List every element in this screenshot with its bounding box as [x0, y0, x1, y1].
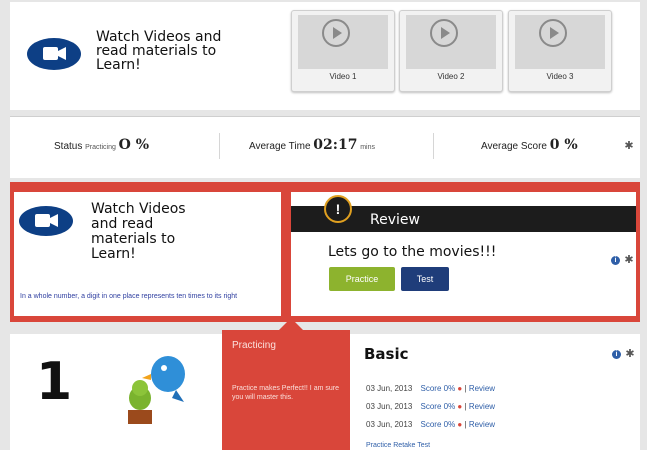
stats-bar: Status Practicing O % Average Time 02:17…	[10, 116, 640, 178]
lesson-description: In a whole number, a digit in one place …	[20, 293, 238, 300]
status-card-title: Practicing	[232, 340, 276, 351]
attempt-row: 03 Jun, 2013 Score 0% ● | Review	[366, 402, 495, 411]
level-actions: Practice Retake Test	[366, 442, 430, 449]
attempt-score: Score 0%	[420, 384, 456, 393]
retake-link[interactable]: Retake	[393, 442, 415, 449]
review-link[interactable]: Review	[469, 402, 495, 411]
status-stat: Status Practicing O %	[54, 137, 149, 153]
score-icon: ●	[457, 384, 463, 393]
stats-divider	[433, 133, 434, 159]
video-cloud-icon	[19, 206, 73, 236]
level-title: Basic	[364, 345, 409, 363]
video-card-1[interactable]: Video 1	[291, 10, 395, 92]
play-icon[interactable]	[539, 19, 567, 47]
practice-button[interactable]: Practice	[329, 267, 395, 291]
video-label: Video 3	[546, 72, 574, 81]
average-time-label: Average Time	[249, 141, 311, 152]
level-number: 1	[36, 352, 73, 412]
status-value: O %	[118, 137, 150, 153]
average-score-value: 0 %	[549, 137, 578, 153]
average-time-unit: mins	[360, 144, 375, 151]
video-cloud-icon	[27, 38, 81, 70]
attempt-date: 03 Jun, 2013	[366, 402, 413, 411]
gear-icon[interactable]: ✱	[625, 349, 635, 360]
average-score-label: Average Score	[481, 141, 547, 152]
video-label: Video 1	[329, 72, 357, 81]
gear-icon[interactable]: ✱	[624, 141, 634, 152]
status-card-pointer	[279, 318, 303, 330]
attempt-row: 03 Jun, 2013 Score 0% ● | Review	[366, 384, 495, 393]
review-link[interactable]: Review	[469, 420, 495, 429]
attempt-row: 03 Jun, 2013 Score 0% ● | Review	[366, 420, 495, 429]
status-state: Practicing	[85, 144, 116, 151]
bird-illustration	[128, 356, 185, 424]
attempt-date: 03 Jun, 2013	[366, 420, 413, 429]
video-card-2[interactable]: Video 2	[399, 10, 503, 92]
gear-icon[interactable]: ✱	[624, 255, 634, 266]
info-icon[interactable]: i	[612, 350, 621, 359]
status-label: Status	[54, 141, 83, 152]
practice-link[interactable]: Practice	[366, 442, 391, 449]
review-title: Review	[370, 212, 420, 228]
test-link[interactable]: Test	[417, 442, 430, 449]
divider: |	[464, 402, 467, 411]
attempt-score: Score 0%	[420, 420, 456, 429]
info-icon[interactable]: i	[611, 256, 620, 265]
test-button[interactable]: Test	[401, 267, 449, 291]
review-link[interactable]: Review	[469, 384, 495, 393]
attempt-score: Score 0%	[420, 402, 456, 411]
average-time-stat: Average Time 02:17 mins	[249, 137, 375, 153]
status-card-message: Practice makes Perfect!! I am sure you w…	[232, 385, 339, 401]
stats-divider	[219, 133, 220, 159]
lesson-intro-panel: Watch Videos and read materials to Learn…	[14, 192, 281, 316]
divider: |	[464, 420, 467, 429]
review-message: Lets go to the movies!!!	[328, 244, 497, 260]
attempt-date: 03 Jun, 2013	[366, 384, 413, 393]
score-icon: ●	[457, 402, 463, 411]
video-label: Video 2	[437, 72, 465, 81]
average-score-stat: Average Score 0 %	[481, 137, 578, 153]
average-time-value: 02:17	[313, 137, 358, 153]
video-card-3[interactable]: Video 3	[508, 10, 612, 92]
play-icon[interactable]	[322, 19, 350, 47]
lesson-intro-text: Watch Videos and read materials to Learn…	[91, 201, 186, 262]
header-intro-text: Watch Videos and read materials to Learn…	[96, 29, 222, 73]
divider: |	[464, 384, 467, 393]
score-icon: ●	[457, 420, 463, 429]
alert-icon: !	[324, 195, 352, 223]
play-icon[interactable]	[430, 19, 458, 47]
review-panel: ! Review Lets go to the movies!!! Practi…	[291, 192, 636, 316]
